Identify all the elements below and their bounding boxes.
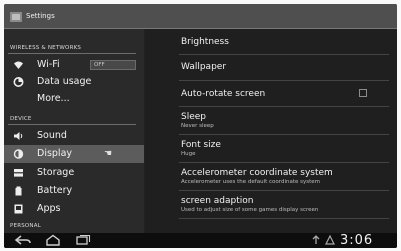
sidebar-item-label: Battery <box>37 185 73 196</box>
setting-brightness[interactable]: Brightness <box>145 29 397 53</box>
setting-sleep[interactable]: Sleep Never sleep <box>145 107 397 133</box>
setting-title: Wallpaper <box>181 62 227 72</box>
settings-app-icon <box>10 12 22 22</box>
sidebar-item-storage[interactable]: Storage <box>4 164 144 182</box>
setting-title: Brightness <box>181 37 229 47</box>
setting-title: Accelerometer coordinate system <box>181 168 333 178</box>
wifi-toggle[interactable]: OFF <box>90 60 136 70</box>
section-divider <box>8 124 136 125</box>
sidebar-item-label: Data usage <box>37 76 92 87</box>
sidebar-item-apps[interactable]: Apps <box>4 200 144 218</box>
setting-accelerometer[interactable]: Accelerometer coordinate system Accelero… <box>145 163 397 189</box>
setting-subtitle: Never sleep <box>181 123 214 129</box>
sidebar-item-data-usage[interactable]: Data usage <box>4 73 144 91</box>
wifi-toggle-label: OFF <box>94 62 105 68</box>
sound-icon <box>13 131 24 141</box>
sidebar-item-label: Wi-Fi <box>37 59 60 70</box>
home-icon[interactable] <box>44 234 62 246</box>
setting-title: Font size <box>181 140 221 150</box>
setting-title: Auto-rotate screen <box>181 89 266 99</box>
sidebar-item-label: Storage <box>37 167 75 178</box>
auto-rotate-checkbox[interactable] <box>359 89 367 97</box>
setting-auto-rotate[interactable]: Auto-rotate screen <box>145 81 397 105</box>
sidebar-item-more[interactable]: More... <box>4 90 144 108</box>
status-clock[interactable]: 3:06 <box>340 233 373 248</box>
battery-icon <box>13 186 24 196</box>
sidebar-item-label: Display <box>37 148 73 159</box>
setting-divider <box>179 218 389 219</box>
sidebar-item-label: Apps <box>37 203 61 214</box>
system-navigation-bar: 3:06 <box>4 233 397 248</box>
setting-subtitle: Huge <box>181 151 196 157</box>
section-header-device: DEVICE <box>10 116 32 122</box>
storage-icon <box>13 168 24 178</box>
hand-pointer-icon: ☚ <box>104 149 113 159</box>
wifi-icon <box>13 60 24 70</box>
recent-apps-icon[interactable] <box>74 234 92 246</box>
sidebar-item-display[interactable]: Display ☚ <box>4 145 144 163</box>
notification-icon <box>324 234 336 245</box>
sidebar-item-wifi[interactable]: Wi-Fi OFF <box>4 56 144 74</box>
tablet-screen: Settings WIRELESS & NETWORKS Wi-Fi OFF D… <box>4 4 397 248</box>
section-divider <box>8 53 136 54</box>
setting-title: Sleep <box>181 112 207 122</box>
settings-sidebar: WIRELESS & NETWORKS Wi-Fi OFF Data usage <box>4 29 144 233</box>
section-header-personal: PERSONAL <box>10 223 41 229</box>
setting-title: screen adaption <box>181 196 254 206</box>
setting-screen-adaption[interactable]: screen adaption Used to adjust size of s… <box>145 191 397 217</box>
display-icon <box>13 149 24 159</box>
sidebar-item-sound[interactable]: Sound <box>4 127 144 145</box>
sidebar-item-battery[interactable]: Battery <box>4 182 144 200</box>
section-header-wireless: WIRELESS & NETWORKS <box>10 45 82 51</box>
setting-subtitle: Used to adjust size of some games displa… <box>181 207 319 213</box>
sidebar-item-label: More... <box>37 93 70 104</box>
display-settings-panel: Brightness Wallpaper Auto-rotate screen … <box>145 29 397 233</box>
settings-title-bar: Settings <box>4 4 397 29</box>
setting-font-size[interactable]: Font size Huge <box>145 135 397 161</box>
usb-icon <box>310 235 322 245</box>
data-usage-icon <box>13 77 24 87</box>
setting-wallpaper[interactable]: Wallpaper <box>145 55 397 79</box>
setting-subtitle: Accelerometer uses the default coordinat… <box>181 179 320 185</box>
window-title: Settings <box>26 12 55 20</box>
sidebar-item-label: Sound <box>37 130 67 141</box>
apps-icon <box>13 204 24 214</box>
back-icon[interactable] <box>14 234 32 246</box>
